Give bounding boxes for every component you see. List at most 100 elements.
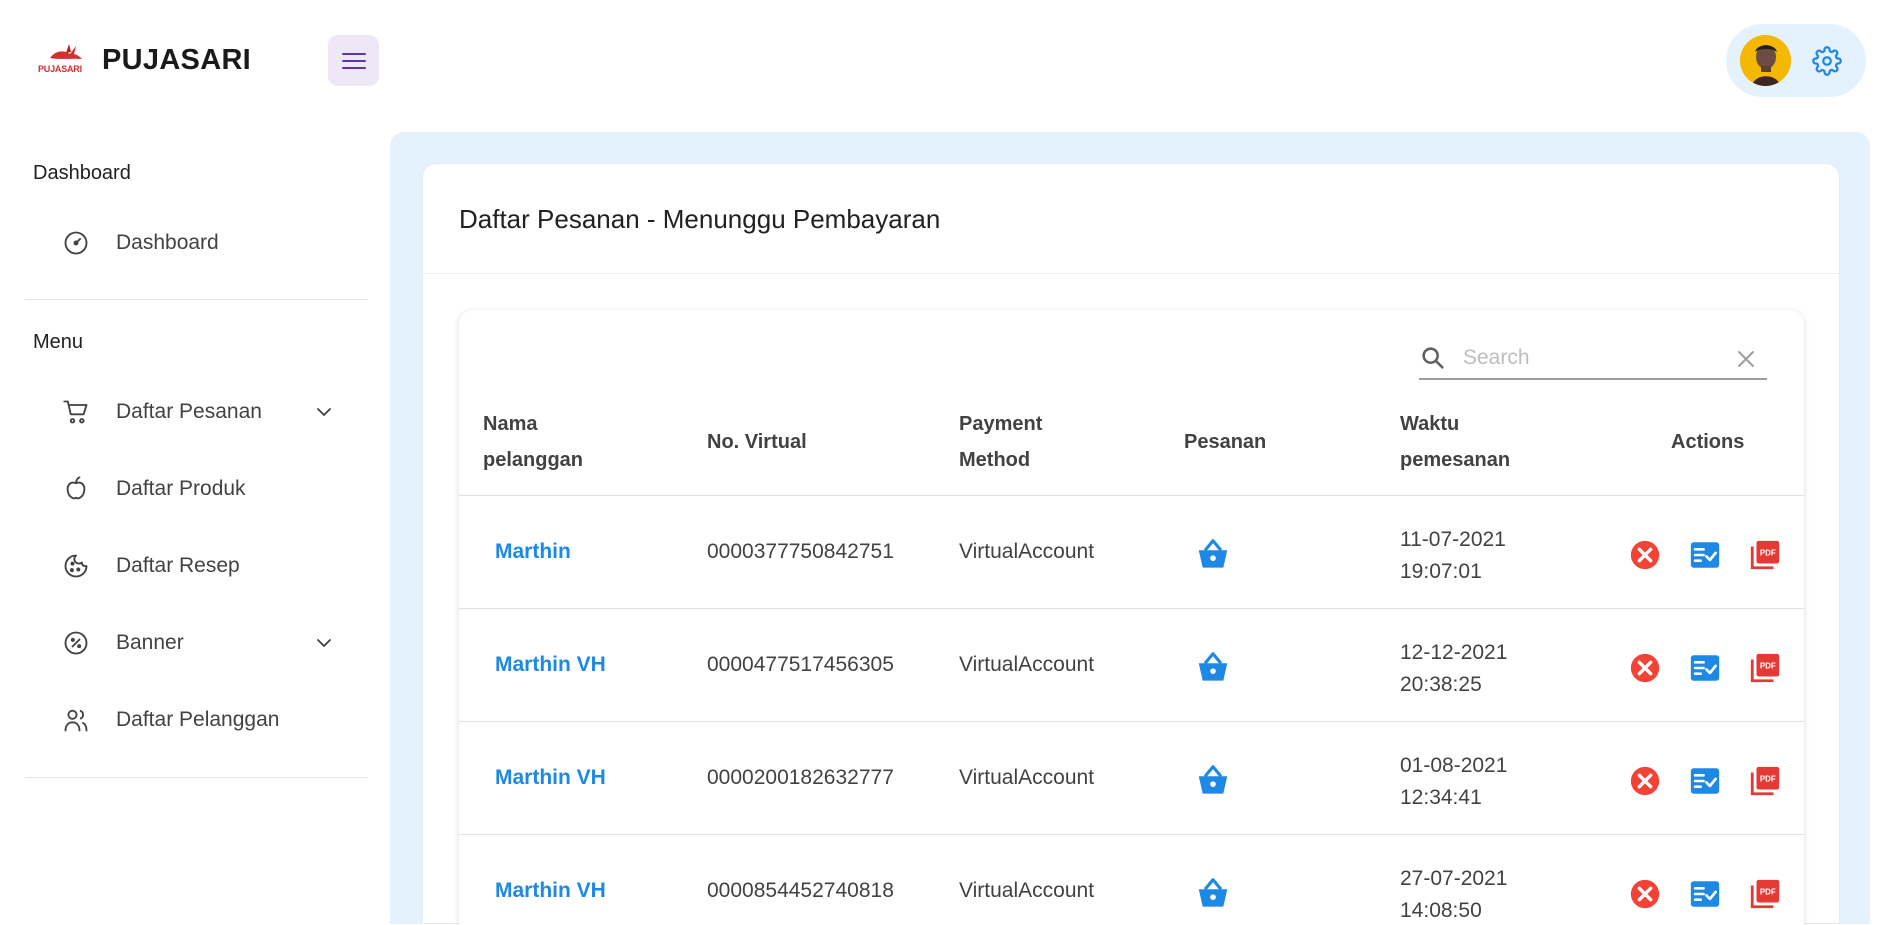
basket-icon[interactable] bbox=[1194, 536, 1232, 574]
sidebar-item-dashboard[interactable]: Dashboard bbox=[44, 215, 354, 271]
column-header-virtual[interactable]: No. Virtual bbox=[707, 424, 807, 460]
customer-name-link[interactable]: Marthin VH bbox=[495, 766, 606, 790]
menu-toggle-button[interactable] bbox=[328, 35, 379, 86]
sidebar: Dashboard Dashboard Menu Daftar Pesanan bbox=[0, 120, 390, 924]
gauge-icon bbox=[58, 225, 94, 261]
customer-name-link[interactable]: Marthin VH bbox=[495, 879, 606, 903]
order-time: 01-08-2021 12:34:41 bbox=[1400, 750, 1507, 814]
virtual-number: 0000200182632777 bbox=[707, 766, 894, 789]
sidebar-item-daftar-pelanggan[interactable]: Daftar Pelanggan bbox=[44, 692, 354, 748]
checklist-icon bbox=[1690, 655, 1720, 681]
chevron-down-icon bbox=[317, 408, 331, 416]
cancel-circle-icon bbox=[1630, 653, 1660, 683]
logo-text: PUJASARI bbox=[38, 64, 82, 74]
payment-method: VirtualAccount bbox=[959, 540, 1095, 563]
confirm-order-button[interactable] bbox=[1687, 650, 1723, 686]
apple-icon bbox=[58, 471, 94, 507]
sidebar-item-daftar-resep[interactable]: Daftar Resep bbox=[44, 538, 354, 594]
order-clock: 20:38:25 bbox=[1400, 673, 1482, 696]
search-bar bbox=[1419, 340, 1767, 380]
sidebar-item-label: Dashboard bbox=[116, 231, 219, 254]
column-header-payment[interactable]: Payment Method bbox=[959, 406, 1042, 478]
cart-icon bbox=[58, 394, 94, 430]
svg-text:PDF: PDF bbox=[1760, 888, 1776, 897]
header-line: Waktu bbox=[1400, 413, 1460, 435]
users-icon bbox=[58, 702, 94, 738]
confirm-order-button[interactable] bbox=[1687, 876, 1723, 912]
payment-method: VirtualAccount bbox=[959, 653, 1095, 676]
order-clock: 14:08:50 bbox=[1400, 899, 1482, 922]
sidebar-section-menu: Menu bbox=[33, 331, 84, 353]
virtual-number: 0000477517456305 bbox=[707, 653, 894, 676]
page-title: Daftar Pesanan - Menunggu Pembayaran bbox=[459, 204, 941, 234]
order-time: 11-07-2021 19:07:01 bbox=[1400, 524, 1506, 588]
pdf-icon: PDF bbox=[1750, 653, 1780, 683]
column-header-time[interactable]: Waktu pemesanan bbox=[1400, 406, 1510, 478]
order-date: 12-12-2021 bbox=[1400, 641, 1508, 664]
order-date: 27-07-2021 bbox=[1400, 867, 1508, 890]
sidebar-item-label: Daftar Pelanggan bbox=[116, 708, 280, 731]
search-input[interactable] bbox=[1461, 342, 1711, 374]
avatar[interactable] bbox=[1740, 35, 1791, 86]
cancel-order-button[interactable] bbox=[1627, 763, 1663, 799]
pdf-icon: PDF bbox=[1750, 766, 1780, 796]
basket-icon[interactable] bbox=[1194, 875, 1232, 913]
sidebar-item-banner[interactable]: Banner bbox=[44, 615, 354, 671]
sidebar-item-label: Daftar Pesanan bbox=[116, 400, 262, 423]
table-row: Marthin 0000377750842751 VirtualAccount … bbox=[459, 495, 1804, 608]
user-avatar-icon bbox=[1740, 35, 1791, 86]
column-header-name[interactable]: Nama pelanggan bbox=[483, 406, 583, 478]
payment-method: VirtualAccount bbox=[959, 766, 1095, 789]
cancel-circle-icon bbox=[1630, 879, 1660, 909]
table-row: Marthin VH 0000854452740818 VirtualAccou… bbox=[459, 834, 1804, 925]
sidebar-divider bbox=[25, 299, 368, 300]
cancel-order-button[interactable] bbox=[1627, 650, 1663, 686]
column-header-order[interactable]: Pesanan bbox=[1184, 424, 1266, 460]
sidebar-section-dashboard: Dashboard bbox=[33, 162, 131, 184]
download-pdf-button[interactable]: PDF bbox=[1747, 763, 1783, 799]
order-time: 12-12-2021 20:38:25 bbox=[1400, 637, 1507, 701]
gear-icon bbox=[1812, 46, 1842, 76]
pdf-icon: PDF bbox=[1750, 540, 1780, 570]
checklist-icon bbox=[1690, 768, 1720, 794]
svg-text:PDF: PDF bbox=[1760, 549, 1776, 558]
brand-name: PUJASARI bbox=[102, 43, 252, 76]
cancel-order-button[interactable] bbox=[1627, 876, 1663, 912]
clear-search-icon[interactable] bbox=[1735, 348, 1757, 370]
basket-icon[interactable] bbox=[1194, 762, 1232, 800]
confirm-order-button[interactable] bbox=[1687, 537, 1723, 573]
orders-card: Daftar Pesanan - Menunggu Pembayaran Nam… bbox=[422, 163, 1840, 925]
order-date: 11-07-2021 bbox=[1400, 528, 1506, 551]
header-line: pemesanan bbox=[1400, 449, 1511, 471]
settings-button[interactable] bbox=[1810, 44, 1844, 78]
payment-method: VirtualAccount bbox=[959, 879, 1095, 902]
sidebar-item-label: Daftar Resep bbox=[116, 554, 240, 577]
order-time: 27-07-2021 14:08:50 bbox=[1400, 863, 1507, 925]
download-pdf-button[interactable]: PDF bbox=[1747, 537, 1783, 573]
orders-table: Nama pelanggan No. Virtual Payment Metho… bbox=[459, 310, 1804, 925]
virtual-number: 0000854452740818 bbox=[707, 879, 894, 902]
sidebar-item-daftar-pesanan[interactable]: Daftar Pesanan bbox=[44, 384, 354, 440]
header-line: Method bbox=[959, 449, 1031, 471]
sidebar-item-label: Banner bbox=[116, 631, 184, 654]
download-pdf-button[interactable]: PDF bbox=[1747, 650, 1783, 686]
customer-name-link[interactable]: Marthin bbox=[495, 540, 571, 564]
cancel-order-button[interactable] bbox=[1627, 537, 1663, 573]
header-line: pelanggan bbox=[483, 449, 584, 471]
pdf-icon: PDF bbox=[1750, 879, 1780, 909]
brand[interactable]: PUJASARI PUJASARI bbox=[36, 38, 251, 82]
order-clock: 19:07:01 bbox=[1400, 560, 1482, 583]
basket-icon[interactable] bbox=[1194, 649, 1232, 687]
confirm-order-button[interactable] bbox=[1687, 763, 1723, 799]
header-line: Payment bbox=[959, 413, 1043, 435]
download-pdf-button[interactable]: PDF bbox=[1747, 876, 1783, 912]
sidebar-item-label: Daftar Produk bbox=[116, 477, 246, 500]
cancel-circle-icon bbox=[1630, 766, 1660, 796]
top-header: PUJASARI PUJASARI bbox=[0, 0, 1894, 120]
table-row: Marthin VH 0000200182632777 VirtualAccou… bbox=[459, 721, 1804, 834]
search-icon bbox=[1422, 347, 1444, 369]
customer-name-link[interactable]: Marthin VH bbox=[495, 653, 606, 677]
svg-text:PDF: PDF bbox=[1760, 775, 1776, 784]
order-date: 01-08-2021 bbox=[1400, 754, 1508, 777]
sidebar-item-daftar-produk[interactable]: Daftar Produk bbox=[44, 461, 354, 517]
